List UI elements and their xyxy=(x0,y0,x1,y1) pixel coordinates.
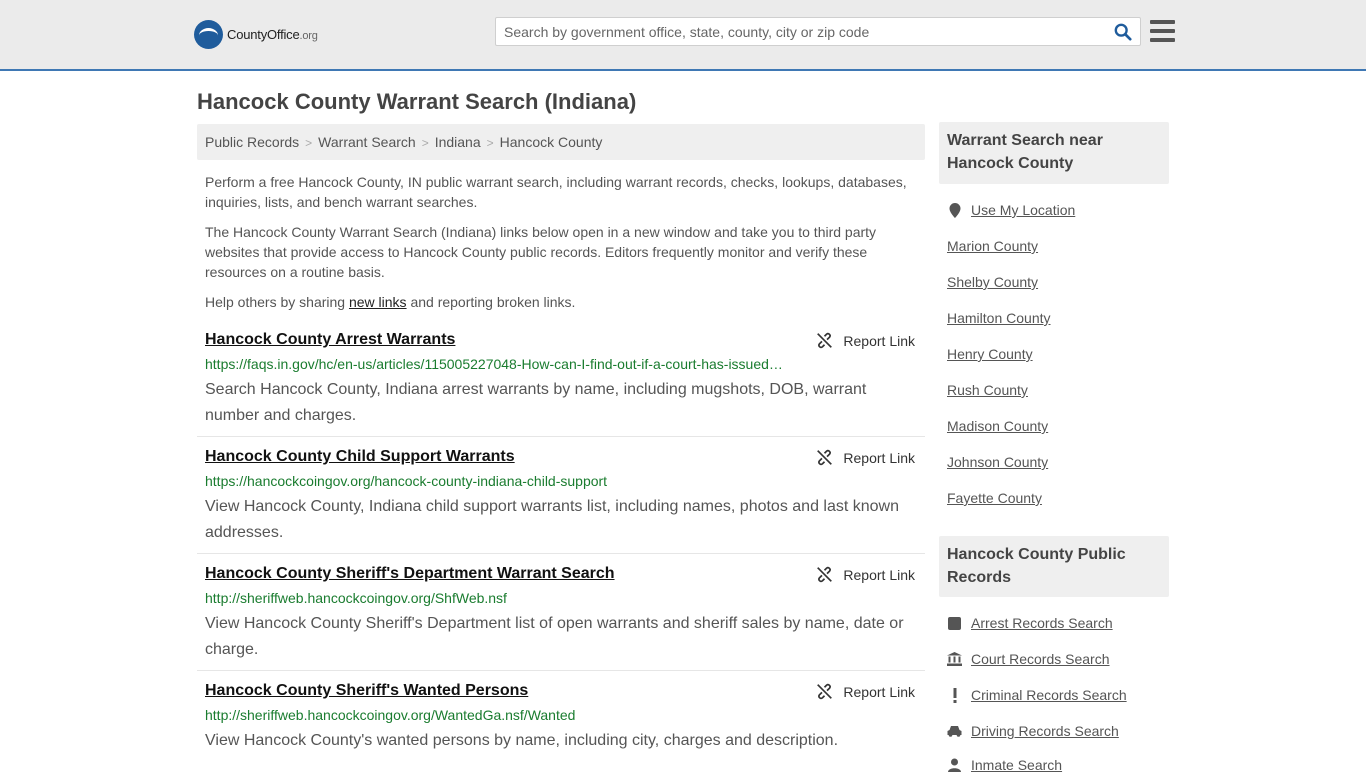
nearby-county-link[interactable]: Johnson County xyxy=(947,454,1048,470)
inmate-search-link[interactable]: Inmate Search xyxy=(947,757,1062,773)
intro-paragraph-2: The Hancock County Warrant Search (India… xyxy=(205,224,877,280)
nearby-county-link[interactable]: Rush County xyxy=(947,382,1028,398)
result-description: Search Hancock County, Indiana arrest wa… xyxy=(205,381,867,424)
nearby-county-link[interactable]: Fayette County xyxy=(947,490,1042,506)
result-title-link[interactable]: Hancock County Child Support Warrants xyxy=(205,448,515,466)
report-link-label: Report Link xyxy=(843,449,915,466)
car-icon xyxy=(947,724,962,739)
site-logo[interactable]: CountyOffice.org xyxy=(194,20,318,49)
report-link-button[interactable]: Report Link xyxy=(816,449,915,466)
broken-link-icon xyxy=(817,566,833,583)
result-url: https://hancockcoingov.org/hancock-count… xyxy=(205,473,608,489)
breadcrumb-separator-icon: > xyxy=(421,136,429,150)
result-title-link[interactable]: Hancock County Arrest Warrants xyxy=(205,331,455,349)
search-box xyxy=(495,17,1141,46)
nearby-county-link[interactable]: Marion County xyxy=(947,238,1038,254)
report-link-button[interactable]: Report Link xyxy=(816,332,915,349)
arrest-records-link[interactable]: Arrest Records Search xyxy=(947,615,1113,631)
report-link-label: Report Link xyxy=(843,566,915,583)
breadcrumb: Public Records > Warrant Search > Indiana > Ha… xyxy=(197,124,925,160)
result-description: View Hancock County's wanted persons by … xyxy=(205,732,839,749)
use-my-location-link[interactable]: Use My Location xyxy=(947,202,1075,218)
nearby-section-title: Warrant Search near Hancock County xyxy=(939,122,1169,184)
public-records-section-title: Hancock County Public Records xyxy=(939,536,1169,597)
court-records-link[interactable]: Court Records Search xyxy=(947,651,1110,667)
inmate-icon xyxy=(947,758,962,773)
county-office-logo-icon xyxy=(194,20,223,49)
logo-text: CountyOffice xyxy=(227,27,300,42)
result-item: Hancock County Arrest Warrants Report Li… xyxy=(197,331,925,437)
report-link-button[interactable]: Report Link xyxy=(816,683,915,700)
result-url: http://sheriffweb.hancockcoingov.org/Shf… xyxy=(205,590,507,606)
report-link-button[interactable]: Report Link xyxy=(816,566,915,583)
nearby-county-link[interactable]: Shelby County xyxy=(947,274,1038,290)
breadcrumb-warrant-search[interactable]: Warrant Search xyxy=(318,134,416,150)
intro-paragraph-3: Help others by sharing new links and rep… xyxy=(205,294,576,310)
result-description: View Hancock County Sheriff's Department… xyxy=(205,615,904,658)
page-title: Hancock County Warrant Search (Indiana) xyxy=(197,89,637,114)
report-link-label: Report Link xyxy=(843,683,915,700)
intro-paragraph-1: Perform a free Hancock County, IN public… xyxy=(205,174,907,210)
result-description: View Hancock County, Indiana child suppo… xyxy=(205,498,900,541)
use-my-location-label: Use My Location xyxy=(971,202,1076,218)
intro-text: Perform a free Hancock County, IN public… xyxy=(205,172,920,322)
result-title-link[interactable]: Hancock County Sheriff's Department Warr… xyxy=(205,565,615,583)
driving-records-link[interactable]: Driving Records Search xyxy=(947,723,1119,739)
breadcrumb-hancock-county[interactable]: Hancock County xyxy=(500,134,603,150)
search-input[interactable] xyxy=(504,23,1104,41)
result-url: http://sheriffweb.hancockcoingov.org/Wan… xyxy=(205,707,576,723)
report-link-label: Report Link xyxy=(843,332,915,349)
broken-link-icon xyxy=(817,449,833,466)
site-header: CountyOffice.org xyxy=(0,0,1366,71)
logo-org: .org xyxy=(299,30,318,42)
breadcrumb-public-records[interactable]: Public Records xyxy=(205,134,299,150)
result-title-link[interactable]: Hancock County Sheriff's Wanted Persons xyxy=(205,682,528,700)
exclamation-icon xyxy=(947,687,962,703)
result-item: Hancock County Sheriff's Department Warr… xyxy=(197,565,925,671)
courthouse-icon xyxy=(947,652,962,667)
nearby-county-link[interactable]: Henry County xyxy=(947,346,1033,362)
nearby-county-link[interactable]: Hamilton County xyxy=(947,310,1051,326)
breadcrumb-separator-icon: > xyxy=(486,136,494,150)
search-icon[interactable] xyxy=(1114,23,1132,41)
square-icon xyxy=(947,616,962,631)
new-links-link[interactable]: new links xyxy=(349,294,407,310)
map-pin-icon xyxy=(947,202,962,218)
result-item: Hancock County Child Support Warrants Re… xyxy=(197,448,925,554)
result-url: https://faqs.in.gov/hc/en-us/articles/11… xyxy=(205,356,783,372)
nearby-county-link[interactable]: Madison County xyxy=(947,418,1048,434)
result-item: Hancock County Sheriff's Wanted Persons … xyxy=(197,682,925,768)
criminal-records-link[interactable]: Criminal Records Search xyxy=(947,687,1127,703)
hamburger-menu-icon[interactable] xyxy=(1150,20,1175,42)
breadcrumb-separator-icon: > xyxy=(305,136,313,150)
broken-link-icon xyxy=(817,332,833,349)
broken-link-icon xyxy=(817,683,833,700)
breadcrumb-indiana[interactable]: Indiana xyxy=(435,134,481,150)
